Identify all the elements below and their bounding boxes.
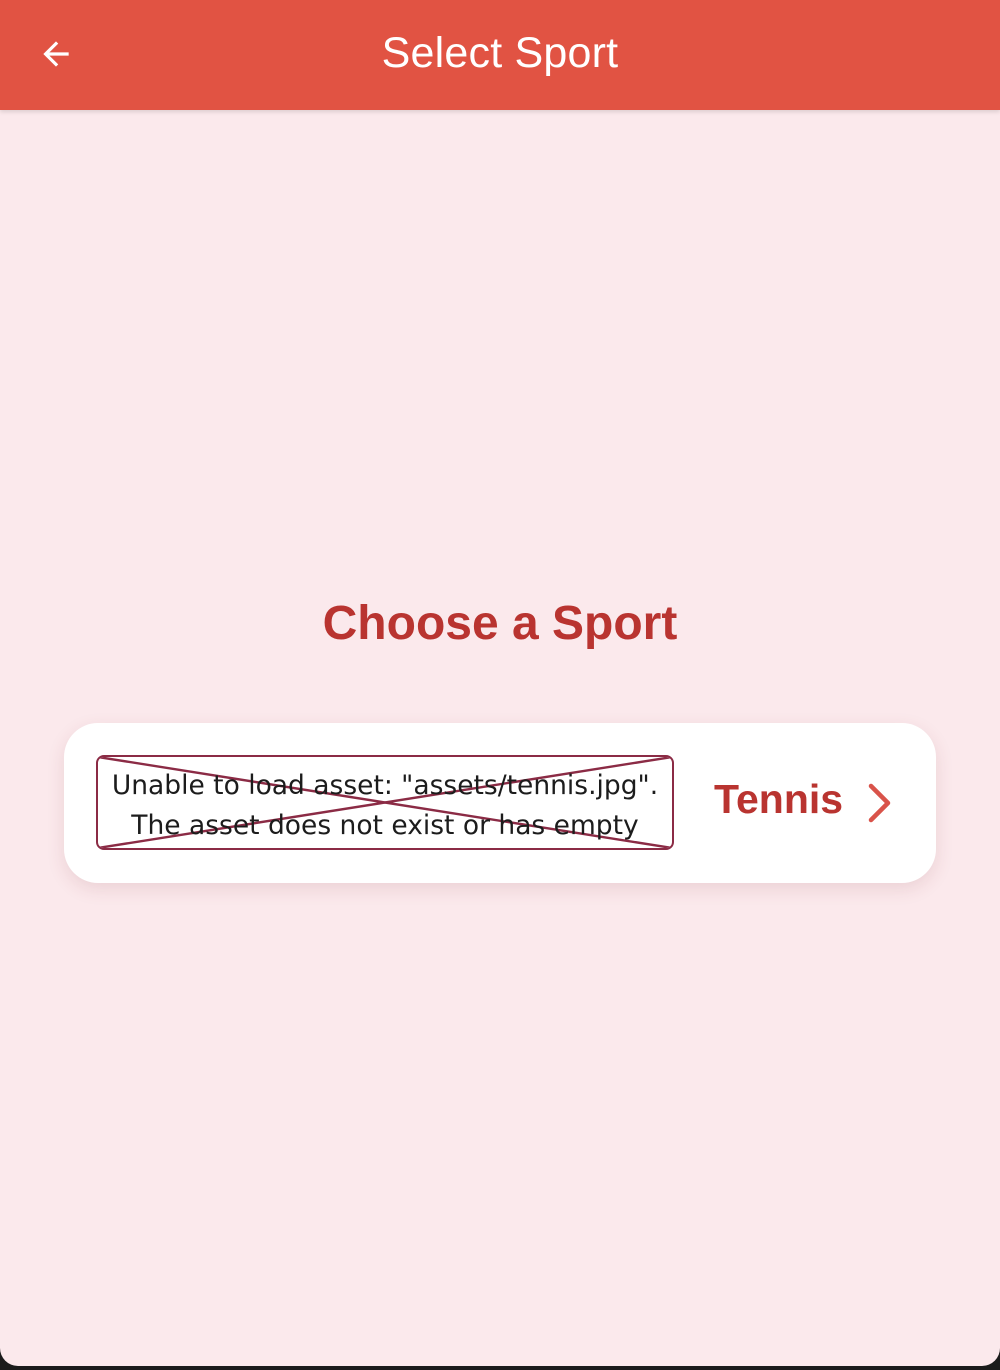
- app-screen: Select Sport Choose a Sport Unable to lo…: [0, 0, 1000, 1366]
- window-edge: [0, 1366, 1000, 1370]
- sport-label-tennis[interactable]: Tennis: [714, 776, 843, 823]
- section-heading: Choose a Sport: [322, 597, 678, 650]
- page-title: Select Sport: [381, 29, 619, 77]
- sport-image-error: Unable to load asset: "assets/tennis.jpg…: [96, 755, 674, 850]
- chevron-right-icon[interactable]: [860, 780, 900, 826]
- image-error-message: Unable to load asset: "assets/tennis.jpg…: [111, 770, 659, 841]
- app-bar: Select Sport: [0, 0, 1000, 110]
